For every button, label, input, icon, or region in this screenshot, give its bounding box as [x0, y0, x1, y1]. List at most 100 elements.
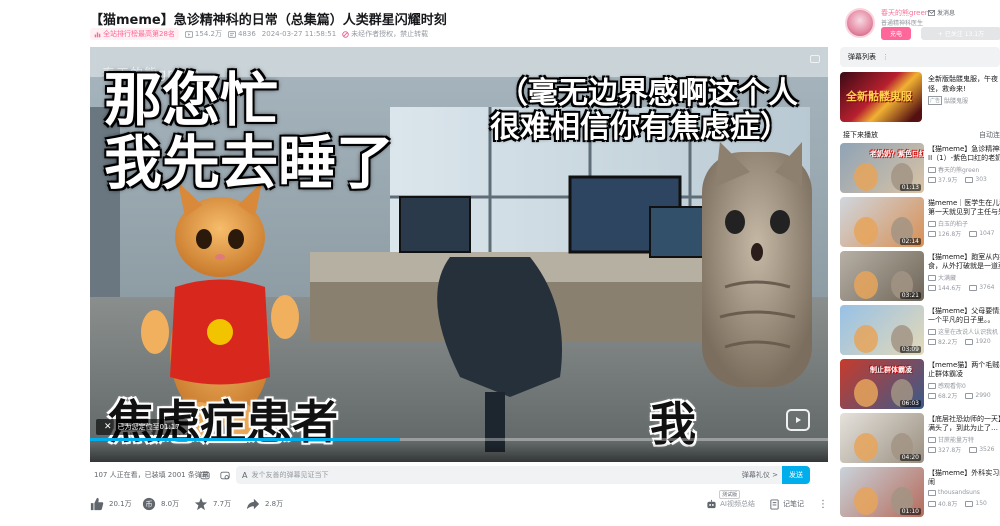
more-icon[interactable]: ⋮: [818, 499, 828, 510]
progress-bar[interactable]: [90, 438, 828, 441]
ad-tag: 广告: [928, 96, 943, 105]
favorite-count: 7.7万: [213, 500, 232, 508]
recommendation-views-text: 68.2万: [938, 393, 958, 400]
up-icon: [928, 489, 936, 496]
chart-icon: [94, 31, 101, 37]
recommendation-title-line2[interactable]: 第一天就见到了主任与患: [928, 207, 1000, 217]
recommendation-uploader[interactable]: 感观看你0: [928, 381, 966, 390]
ad-card[interactable]: 全新骷髅鬼服 全新版骷髅鬼服，午夜 怪，救命来! 广告 骷髅鬼服: [840, 72, 1000, 122]
star-icon: [194, 497, 208, 511]
recommendation-thumbnail[interactable]: 02:14: [840, 197, 924, 247]
play-count-icon: [928, 500, 936, 507]
caption-line-2: 我先去睡了: [104, 129, 395, 197]
recommendation-danmaku-text: 3764: [979, 284, 995, 291]
notes-button[interactable]: 记笔记: [769, 498, 804, 510]
recommendation-item[interactable]: 03:21 【猫meme】跑室从内打 食，从外打破就是一道菜 大满藏 144.6万 376…: [840, 251, 1000, 301]
duration-badge: 03:21: [899, 292, 921, 299]
recommendation-item[interactable]: 老奶奶？紫色口红？01:13【猫meme】急诊精神科II（1）-紫色口红的老奶春…: [840, 143, 1000, 193]
favorite-button[interactable]: 7.7万: [194, 497, 246, 511]
recommendation-thumbnail[interactable]: 03:21: [840, 251, 924, 301]
video-player[interactable]: 春天的熊green 那您忙 我先去睡了 （毫无边界感啊这个人 很难相信你有焦虑症…: [90, 47, 828, 462]
bilibili-tv-icon: [786, 409, 810, 431]
caption-aside-2: 很难相信你有焦虑症）: [490, 110, 790, 145]
follow-button[interactable]: + 已关注 13.1万: [921, 27, 1000, 40]
danmaku-toggle-icon[interactable]: [200, 470, 210, 481]
font-a-icon[interactable]: A: [242, 471, 247, 480]
autoplay-toggle[interactable]: 自动连: [979, 130, 1000, 140]
recommendation-thumbnail[interactable]: 01:10: [840, 467, 924, 517]
ai-summary-button[interactable]: AI视频总结 测试版: [706, 489, 755, 510]
recommendation-stats: 40.8万 150: [928, 499, 987, 508]
player-corner-icon: [810, 55, 820, 63]
recommendation-stats: 144.6万 3764: [928, 283, 994, 292]
tabby-cat-sticker: [702, 142, 812, 387]
online-count: 107 人正在看，已装填 2001 条弹幕: [94, 471, 209, 479]
recommendation-item[interactable]: 01:10 【猫meme】外科实习的闹 thousandsuns 40.8万 150: [840, 467, 1000, 517]
uploader-name[interactable]: 春天的熊green: [881, 8, 929, 18]
up-icon: [928, 382, 936, 389]
recommendation-item[interactable]: 02:14 猫meme｜医学生在儿科 第一天就见到了主任与患 白玉的柏子 126.8万 1…: [840, 197, 1000, 247]
recommendation-title-line2[interactable]: 食，从外打破就是一道菜: [928, 261, 1000, 271]
avatar[interactable]: [845, 8, 875, 38]
send-danmaku-button[interactable]: 发送: [782, 466, 810, 484]
rank-badge[interactable]: 全站排行榜最高第28名: [90, 28, 179, 40]
recommendation-thumbnail[interactable]: 04:20: [840, 413, 924, 463]
recommendation-thumbnail[interactable]: 老奶奶？紫色口红？ 01:13: [840, 143, 924, 193]
recommendation-thumbnail[interactable]: 03:09: [840, 305, 924, 355]
recommendation-danmaku: 2990: [965, 391, 991, 400]
recommendation-danmaku-text: 1920: [975, 338, 991, 345]
danmaku-list-header[interactable]: 弹幕列表 ⋮: [840, 47, 1000, 67]
ad-thumbnail: 全新骷髅鬼服: [840, 72, 922, 122]
recommendation-thumbnail[interactable]: 制止群体霸凌 06:03: [840, 359, 924, 409]
notes-label: 记笔记: [783, 500, 804, 508]
action-bar: 20.1万 币 8.0万 7.7万 2.8万 AI视频总结 测试版 记笔记 ⋮: [90, 489, 828, 514]
recommendation-stats: 126.8万 1047: [928, 229, 994, 238]
thumbnail-caption: 制止群体霸凌: [870, 366, 912, 374]
share-button[interactable]: 2.8万: [246, 497, 298, 511]
recommendation-views-text: 144.6万: [938, 285, 962, 292]
recommendation-title-line2[interactable]: 一个平凡的日子里。。: [928, 315, 1000, 325]
play-count-icon: [928, 338, 936, 345]
danmaku-settings-icon[interactable]: [220, 470, 230, 481]
recommendation-danmaku: 150: [965, 499, 987, 508]
settings-dots-icon[interactable]: ⋮: [882, 53, 889, 61]
recommendation-uploader[interactable]: thousandsuns: [928, 489, 980, 496]
recommendation-item[interactable]: 03:09 【猫meme】父母要情生 一个平凡的日子里。。 这里在改说人认识我机 82.…: [840, 305, 1000, 355]
duration-badge: 03:09: [899, 346, 921, 353]
rank-badge-text: 全站排行榜最高第28名: [103, 30, 175, 38]
recommendation-title-line2[interactable]: 止群体霸凌: [928, 369, 1000, 379]
danmaku-icon: [227, 30, 236, 38]
recommendation-danmaku: 3764: [969, 283, 994, 292]
recommendation-uploader[interactable]: 白玉的柏子: [928, 219, 968, 228]
danmaku-input[interactable]: A 发个友善的弹幕见证当下 弹幕礼仪 >: [236, 466, 784, 484]
recommendation-danmaku: 1920: [965, 337, 991, 346]
uploader-desc: 普通精神科医生: [881, 20, 924, 27]
like-button[interactable]: 20.1万: [90, 497, 142, 511]
close-icon[interactable]: ✕: [104, 422, 112, 432]
danmaku-icon: [965, 392, 974, 399]
up-icon: [928, 274, 936, 281]
coin-icon: 币: [142, 497, 156, 511]
recommendation-uploader[interactable]: 甘蔗能量万特: [928, 435, 974, 444]
danmaku-icon: [965, 176, 974, 183]
coin-button[interactable]: 币 8.0万: [142, 497, 194, 511]
player-controls: [90, 442, 828, 462]
recommendation-uploader[interactable]: 这里在改说人认识我机: [928, 327, 998, 336]
video-meta: 全站排行榜最高第28名 154.2万 4836 2024-03-27 11:58…: [90, 27, 428, 41]
recommendation-title-line2[interactable]: 闹: [928, 477, 1000, 487]
recommendation-uploader[interactable]: 春天的熊green: [928, 165, 979, 174]
danmaku-etiquette-link[interactable]: 弹幕礼仪 >: [742, 470, 778, 480]
message-button[interactable]: 发消息: [928, 8, 955, 17]
recommendation-item[interactable]: 制止群体霸凌 06:03 【meme猫】两个毛贼小 止群体霸凌 感观看你0 68.2万 29…: [840, 359, 1000, 409]
recommendation-title-line2[interactable]: II（1）-紫色口红的老奶: [928, 153, 1000, 163]
recommendation-views-text: 40.8万: [938, 501, 958, 508]
recommendation-item[interactable]: 04:20 【底层社恐幼师的一天】 满头了，到此为止了… 甘蔗能量万特 327.8万 35…: [840, 413, 1000, 463]
svg-text:币: 币: [146, 501, 153, 509]
recommendation-stats: 82.2万 1920: [928, 337, 991, 346]
recommendation-uploader-name: 大满藏: [938, 275, 957, 282]
charge-button[interactable]: 充电: [881, 27, 911, 40]
ad-title-line1: 全新版骷髅鬼服，午夜: [928, 75, 998, 83]
recommendation-title-line2[interactable]: 满头了，到此为止了…: [928, 423, 1000, 433]
recommendation-danmaku: 303: [965, 175, 987, 184]
recommendation-uploader[interactable]: 大满藏: [928, 273, 956, 282]
